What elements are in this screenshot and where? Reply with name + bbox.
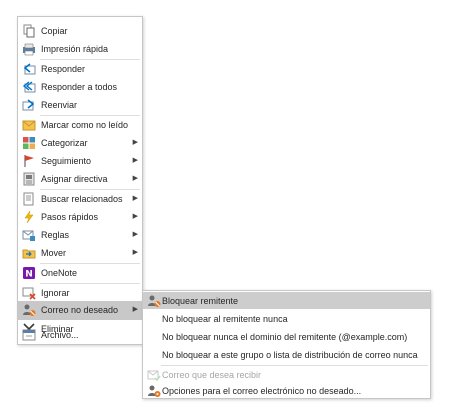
quick-steps-icon — [22, 210, 36, 224]
copy-icon — [22, 24, 36, 38]
archive-icon — [22, 328, 36, 342]
find-related-icon — [22, 192, 36, 206]
menu-item-label: Buscar relacionados — [41, 194, 123, 204]
ignore-icon — [22, 286, 36, 300]
categorize-icon — [22, 136, 36, 150]
junk-mail-submenu: Bloquear remitente No bloquear al remite… — [142, 290, 431, 399]
flag-icon — [22, 154, 36, 168]
menu-item-label: Copiar — [41, 26, 68, 36]
rules-icon — [22, 228, 36, 242]
menu-item-correo-no-deseado[interactable]: Correo no deseado ▶ — [18, 301, 142, 320]
submenu-arrow-icon: ▶ — [132, 175, 138, 182]
svg-text:N: N — [25, 270, 33, 280]
mark-unread-icon — [22, 118, 36, 132]
menu-item-categorizar[interactable]: Categorizar ▶ — [18, 134, 142, 152]
menu-item-label: Asignar directiva — [41, 174, 108, 184]
submenu-item-label: No bloquear a este grupo o lista de dist… — [162, 350, 418, 360]
submenu-item-no-bloquear-dominio[interactable]: No bloquear nunca el dominio del remiten… — [143, 328, 430, 346]
submenu-arrow-icon: ▶ — [132, 195, 138, 202]
submenu-item-bloquear-remitente[interactable]: Bloquear remitente — [143, 292, 430, 309]
junk-mail-icon — [22, 303, 36, 317]
menu-item-reenviar[interactable]: Reenviar — [18, 96, 142, 114]
menu-item-label: Correo no deseado — [41, 305, 119, 315]
menu-item-responder-a-todos[interactable]: Responder a todos — [18, 78, 142, 96]
submenu-item-no-bloquear-remitente[interactable]: No bloquear al remitente nunca — [143, 310, 430, 328]
menu-item-label: Reglas — [41, 230, 70, 240]
menu-item-responder[interactable]: Responder — [18, 60, 142, 78]
forward-icon — [22, 98, 36, 112]
menu-item-label: Impresión rápida — [41, 44, 109, 54]
menu-item-label: Pasos rápidos — [41, 212, 99, 222]
menu-item-label: Ignorar — [41, 288, 70, 298]
menu-item-onenote[interactable]: N OneNote — [18, 264, 142, 282]
safe-mail-icon — [147, 368, 161, 382]
menu-item-label: Mover — [41, 248, 67, 258]
menu-item-buscar-relacionados[interactable]: Buscar relacionados ▶ — [18, 190, 142, 208]
menu-item-label: Marcar como no leído — [41, 120, 129, 130]
menu-item-copiar[interactable]: Copiar — [18, 22, 142, 40]
submenu-arrow-icon: ▶ — [132, 139, 138, 146]
menu-item-label: OneNote — [41, 268, 78, 278]
menu-item-label: Reenviar — [41, 100, 78, 110]
context-menu: Copiar Impresión rápida Responder Respon… — [17, 16, 143, 345]
submenu-item-label: Opciones para el correo electrónico no d… — [162, 386, 362, 396]
submenu-item-label: No bloquear nunca el dominio del remiten… — [162, 332, 408, 342]
menu-item-impresion-rapida[interactable]: Impresión rápida — [18, 40, 142, 58]
menu-item-seguimiento[interactable]: Seguimiento ▶ — [18, 152, 142, 170]
menu-item-ignorar[interactable]: Ignorar — [18, 284, 142, 302]
junk-options-icon — [147, 384, 161, 398]
menu-item-mover[interactable]: Mover ▶ — [18, 244, 142, 262]
onenote-icon: N — [22, 266, 36, 280]
block-sender-icon — [147, 294, 161, 308]
menu-item-label: Archivo... — [41, 330, 79, 340]
submenu-arrow-icon: ▶ — [132, 231, 138, 238]
quick-print-icon — [22, 42, 36, 56]
submenu-item-label: Bloquear remitente — [162, 296, 239, 306]
menu-item-label: Responder a todos — [41, 82, 118, 92]
menu-item-reglas[interactable]: Reglas ▶ — [18, 226, 142, 244]
move-icon — [22, 246, 36, 260]
menu-item-asignar-directiva[interactable]: Asignar directiva ▶ — [18, 170, 142, 188]
submenu-arrow-icon: ▶ — [132, 157, 138, 164]
submenu-arrow-icon: ▶ — [132, 213, 138, 220]
policy-icon — [22, 172, 36, 186]
submenu-arrow-icon: ▶ — [132, 306, 138, 313]
submenu-item-label: Correo que desea recibir — [162, 370, 262, 380]
submenu-item-opciones-correo-no-deseado[interactable]: Opciones para el correo electrónico no d… — [143, 382, 430, 400]
reply-icon — [22, 62, 36, 76]
menu-item-archivo-row[interactable]: Archivo... — [18, 326, 142, 344]
menu-item-pasos-rapidos[interactable]: Pasos rápidos ▶ — [18, 208, 142, 226]
submenu-item-label: No bloquear al remitente nunca — [162, 314, 288, 324]
menu-item-marcar-no-leido[interactable]: Marcar como no leído — [18, 116, 142, 134]
menu-item-label: Responder — [41, 64, 86, 74]
submenu-item-no-bloquear-grupo[interactable]: No bloquear a este grupo o lista de dist… — [143, 346, 430, 364]
menu-item-label: Seguimiento — [41, 156, 92, 166]
reply-all-icon — [22, 80, 36, 94]
submenu-arrow-icon: ▶ — [132, 249, 138, 256]
menu-item-label: Categorizar — [41, 138, 88, 148]
